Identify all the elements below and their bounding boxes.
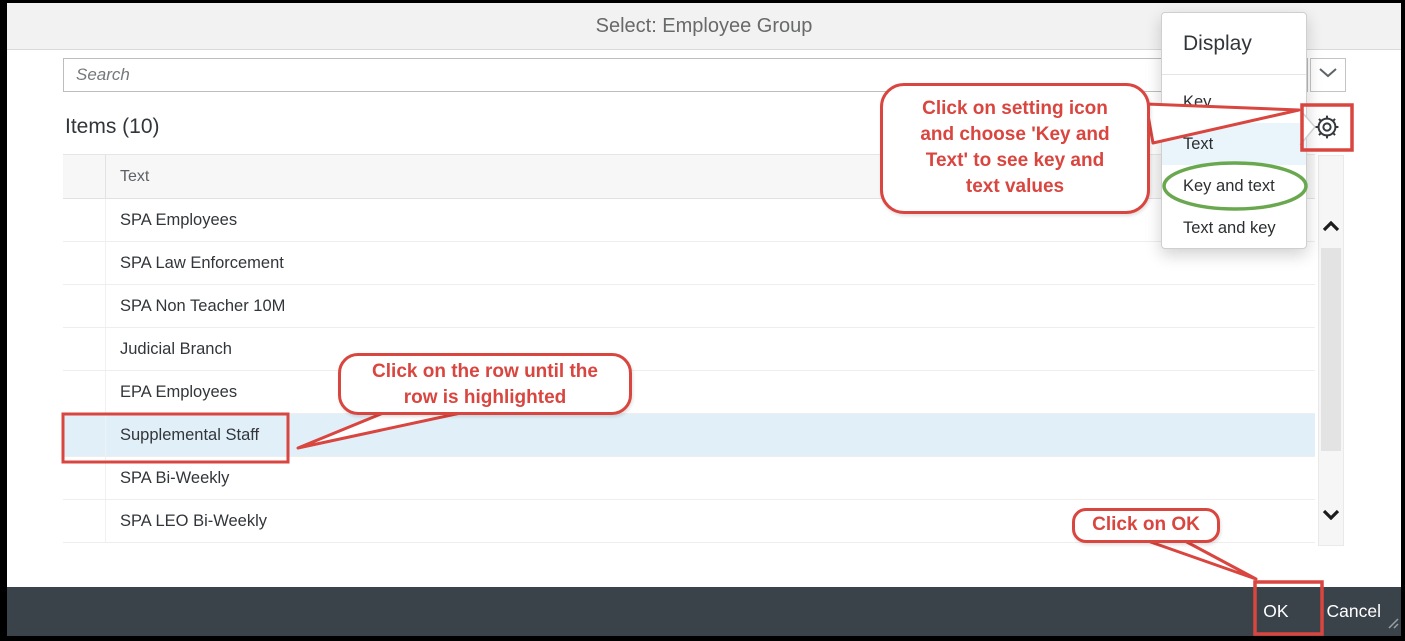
display-options-popover: Display Key Text Key and text Text and k… <box>1161 12 1307 249</box>
cancel-button[interactable]: Cancel <box>1321 597 1387 626</box>
chevron-up-icon <box>1322 219 1340 237</box>
row-text: Supplemental Staff <box>106 414 259 456</box>
items-count-label: Items (10) <box>65 115 160 139</box>
callout-row: Click on the row until the row is highli… <box>338 353 632 415</box>
dialog-footer: OK Cancel <box>7 587 1401 636</box>
row-text: SPA Non Teacher 10M <box>106 285 285 327</box>
menu-item-text[interactable]: Text <box>1162 123 1306 165</box>
gear-icon <box>1313 113 1341 144</box>
table-row[interactable]: Judicial Branch <box>63 328 1315 371</box>
row-text: SPA Law Enforcement <box>106 242 284 284</box>
selection-column-header <box>63 155 106 198</box>
table-row[interactable]: SPA Bi-Weekly <box>63 457 1315 500</box>
row-text: Judicial Branch <box>106 328 232 370</box>
row-text: SPA LEO Bi-Weekly <box>106 500 267 542</box>
row-text: SPA Bi-Weekly <box>106 457 229 499</box>
popover-title: Display <box>1162 13 1306 75</box>
table-row[interactable]: SPA Law Enforcement <box>63 242 1315 285</box>
settings-button[interactable] <box>1312 113 1342 143</box>
scroll-up-button[interactable] <box>1319 216 1343 240</box>
menu-item-text-and-key[interactable]: Text and key <box>1162 207 1306 249</box>
text-column-header: Text <box>106 155 149 198</box>
callout-settings: Click on setting icon and choose 'Key an… <box>880 83 1150 214</box>
scroll-down-button[interactable] <box>1319 504 1343 528</box>
menu-item-key-and-text[interactable]: Key and text <box>1162 165 1306 207</box>
chevron-down-icon <box>1318 66 1338 84</box>
ok-button[interactable]: OK <box>1257 597 1294 626</box>
vertical-scrollbar[interactable] <box>1318 155 1344 546</box>
row-text: SPA Employees <box>106 199 237 241</box>
menu-item-key[interactable]: Key <box>1162 81 1306 123</box>
table-row[interactable]: SPA Non Teacher 10M <box>63 285 1315 328</box>
search-dropdown-button[interactable] <box>1310 58 1346 92</box>
table-row-selected[interactable]: Supplemental Staff <box>63 414 1315 457</box>
chevron-down-icon <box>1322 507 1340 525</box>
row-text: EPA Employees <box>106 371 237 413</box>
scrollbar-thumb[interactable] <box>1321 248 1341 451</box>
resize-grip-icon[interactable] <box>1385 615 1399 634</box>
callout-ok: Click on OK <box>1072 508 1220 543</box>
select-employee-group-dialog: Select: Employee Group Items (10) Text S… <box>7 3 1401 636</box>
table-row[interactable]: EPA Employees <box>63 371 1315 414</box>
